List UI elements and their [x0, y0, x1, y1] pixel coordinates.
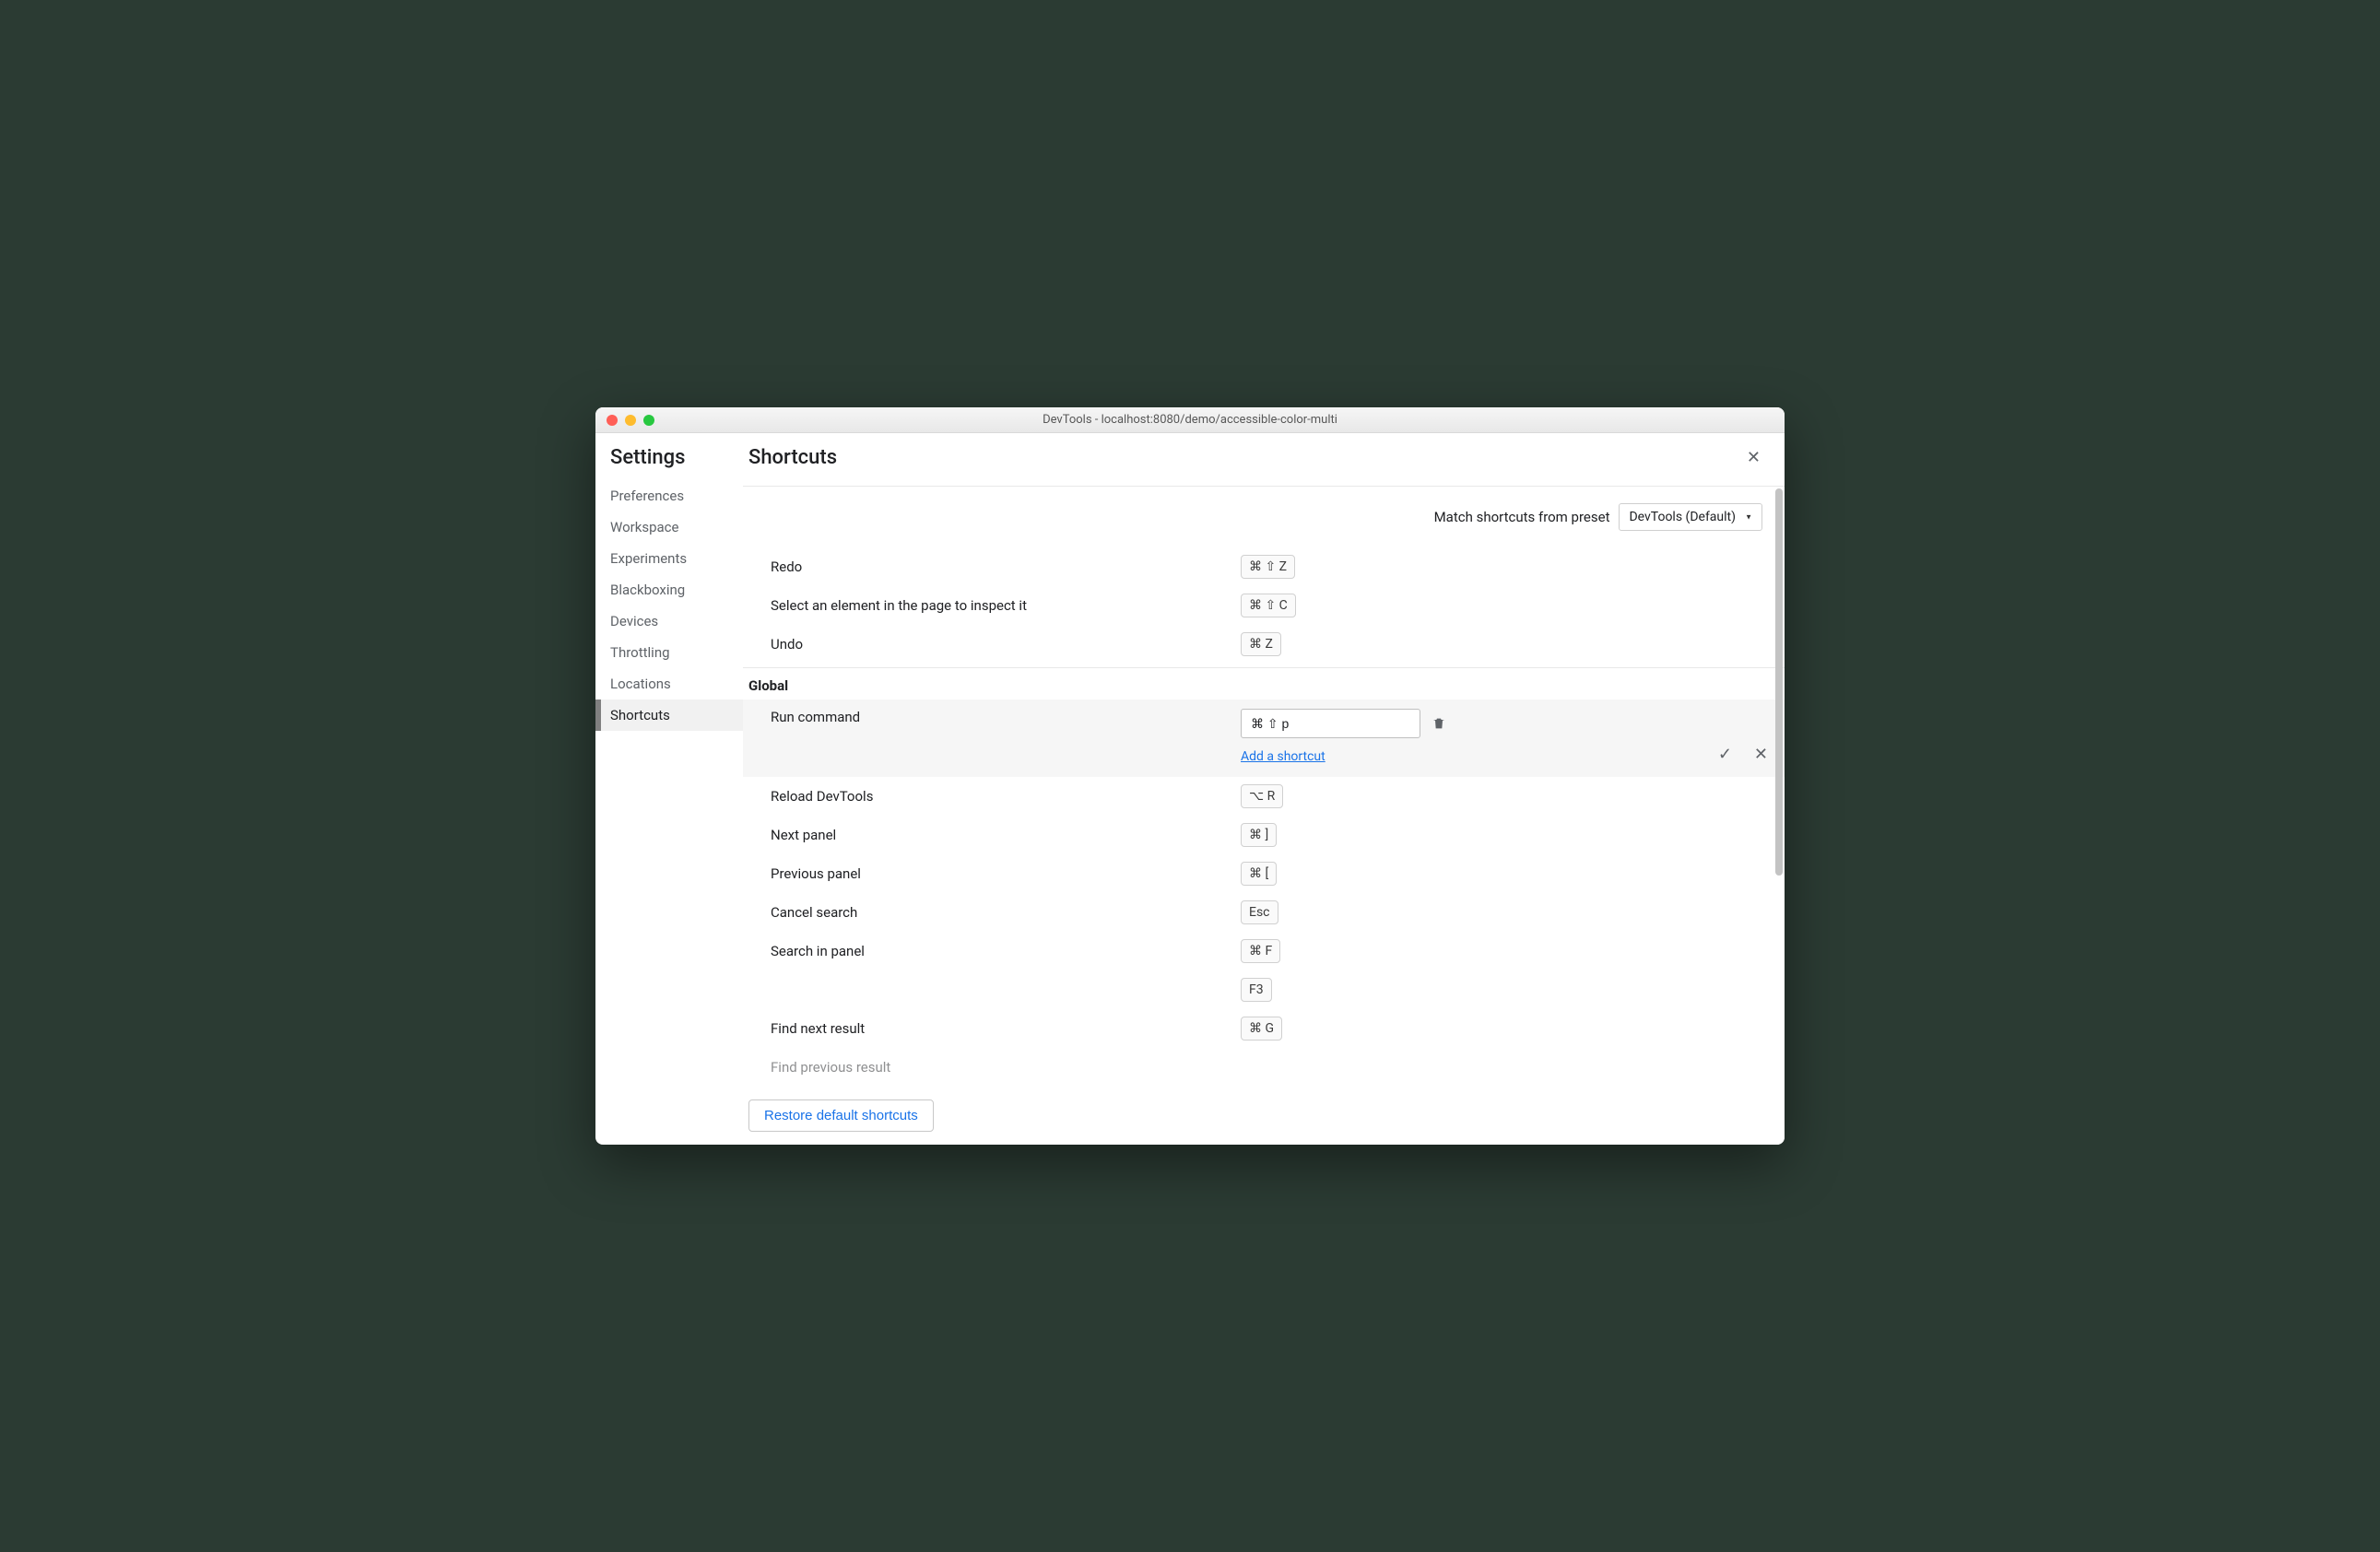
edit-confirm-icons: ✓ ✕ — [1718, 745, 1768, 764]
main-content: Shortcuts ✕ Match shortcuts from preset … — [743, 433, 1785, 1145]
shortcut-label: Run command — [771, 709, 1241, 725]
shortcut-label: Find previous result — [771, 1059, 1241, 1076]
restore-bar: Restore default shortcuts — [743, 1090, 1785, 1145]
delete-shortcut-button[interactable] — [1432, 716, 1446, 731]
sidebar-item-locations[interactable]: Locations — [595, 668, 743, 700]
key-chip: ⌥ R — [1241, 784, 1283, 808]
cancel-shortcut-button[interactable]: ✕ — [1754, 745, 1768, 764]
key-chip: ⌘ ⇧ Z — [1241, 555, 1295, 579]
sidebar-item-blackboxing[interactable]: Blackboxing — [595, 574, 743, 606]
shortcut-label: Cancel search — [771, 904, 1241, 921]
sidebar-item-throttling[interactable]: Throttling — [595, 637, 743, 668]
window-zoom-button[interactable] — [643, 415, 654, 426]
settings-panel: Settings Preferences Workspace Experimen… — [595, 433, 1785, 1145]
shortcut-row-reload-devtools[interactable]: Reload DevTools ⌥ R — [743, 777, 1785, 816]
sidebar-item-experiments[interactable]: Experiments — [595, 543, 743, 574]
main-header: Shortcuts ✕ — [743, 433, 1785, 487]
confirm-shortcut-button[interactable]: ✓ — [1718, 745, 1732, 764]
traffic-lights — [607, 415, 654, 426]
shortcut-row-previous-panel[interactable]: Previous panel ⌘ [ — [743, 854, 1785, 893]
shortcut-row-search-in-panel-alt[interactable]: F3 — [743, 970, 1785, 1009]
key-chip: ⌘ G — [1241, 1017, 1282, 1041]
key-chip: F3 — [1241, 978, 1272, 1002]
shortcut-row-run-command-editing: Run command Add a shortcut ✓ ✕ — [743, 700, 1785, 777]
sidebar-item-preferences[interactable]: Preferences — [595, 480, 743, 511]
shortcut-label: Reload DevTools — [771, 788, 1241, 805]
add-shortcut-link[interactable]: Add a shortcut — [1241, 749, 1446, 764]
shortcut-label: Previous panel — [771, 865, 1241, 882]
close-settings-button[interactable]: ✕ — [1739, 444, 1768, 471]
shortcut-row-find-previous-result[interactable]: Find previous result — [743, 1048, 1785, 1087]
preset-label: Match shortcuts from preset — [1434, 509, 1610, 525]
shortcut-row-next-panel[interactable]: Next panel ⌘ ] — [743, 816, 1785, 854]
key-chip: ⌘ ⇧ C — [1241, 594, 1296, 617]
shortcuts-list[interactable]: Redo ⌘ ⇧ Z Select an element in the page… — [743, 547, 1785, 1145]
key-chip: ⌘ Z — [1241, 632, 1281, 656]
shortcut-label: Find next result — [771, 1020, 1241, 1037]
devtools-window: DevTools - localhost:8080/demo/accessibl… — [595, 407, 1785, 1145]
sidebar-heading: Settings — [595, 446, 743, 480]
shortcut-label: Select an element in the page to inspect… — [771, 597, 1241, 614]
shortcut-row-find-next-result[interactable]: Find next result ⌘ G — [743, 1009, 1785, 1048]
key-chip: ⌘ [ — [1241, 862, 1277, 886]
shortcut-row-select-element[interactable]: Select an element in the page to inspect… — [743, 586, 1785, 625]
window-close-button[interactable] — [607, 415, 618, 426]
window-minimize-button[interactable] — [625, 415, 636, 426]
key-chip: ⌘ ] — [1241, 823, 1277, 847]
shortcut-row-cancel-search[interactable]: Cancel search Esc — [743, 893, 1785, 932]
shortcut-edit-input[interactable] — [1241, 709, 1420, 738]
preset-select[interactable]: DevTools (Default) — [1619, 503, 1762, 531]
shortcut-label: Next panel — [771, 827, 1241, 843]
restore-default-shortcuts-button[interactable]: Restore default shortcuts — [748, 1099, 934, 1132]
shortcut-row-search-in-panel[interactable]: Search in panel ⌘ F — [743, 932, 1785, 970]
page-title: Shortcuts — [748, 446, 1766, 469]
shortcut-label: Redo — [771, 558, 1241, 575]
shortcut-row-undo[interactable]: Undo ⌘ Z — [743, 625, 1785, 664]
key-chip: Esc — [1241, 900, 1278, 924]
scrollbar-thumb[interactable] — [1775, 488, 1783, 876]
shortcut-row-redo[interactable]: Redo ⌘ ⇧ Z — [743, 547, 1785, 586]
settings-sidebar: Settings Preferences Workspace Experimen… — [595, 433, 743, 1145]
shortcut-label: Undo — [771, 636, 1241, 653]
sidebar-item-devices[interactable]: Devices — [595, 606, 743, 637]
window-title: DevTools - localhost:8080/demo/accessibl… — [1043, 413, 1337, 427]
sidebar-item-workspace[interactable]: Workspace — [595, 511, 743, 543]
section-global: Global — [743, 667, 1785, 700]
preset-value: DevTools (Default) — [1629, 510, 1736, 524]
key-chip: ⌘ F — [1241, 939, 1280, 963]
preset-row: Match shortcuts from preset DevTools (De… — [743, 487, 1785, 547]
titlebar: DevTools - localhost:8080/demo/accessibl… — [595, 407, 1785, 433]
shortcut-label: Search in panel — [771, 943, 1241, 959]
sidebar-item-shortcuts[interactable]: Shortcuts — [595, 700, 743, 731]
